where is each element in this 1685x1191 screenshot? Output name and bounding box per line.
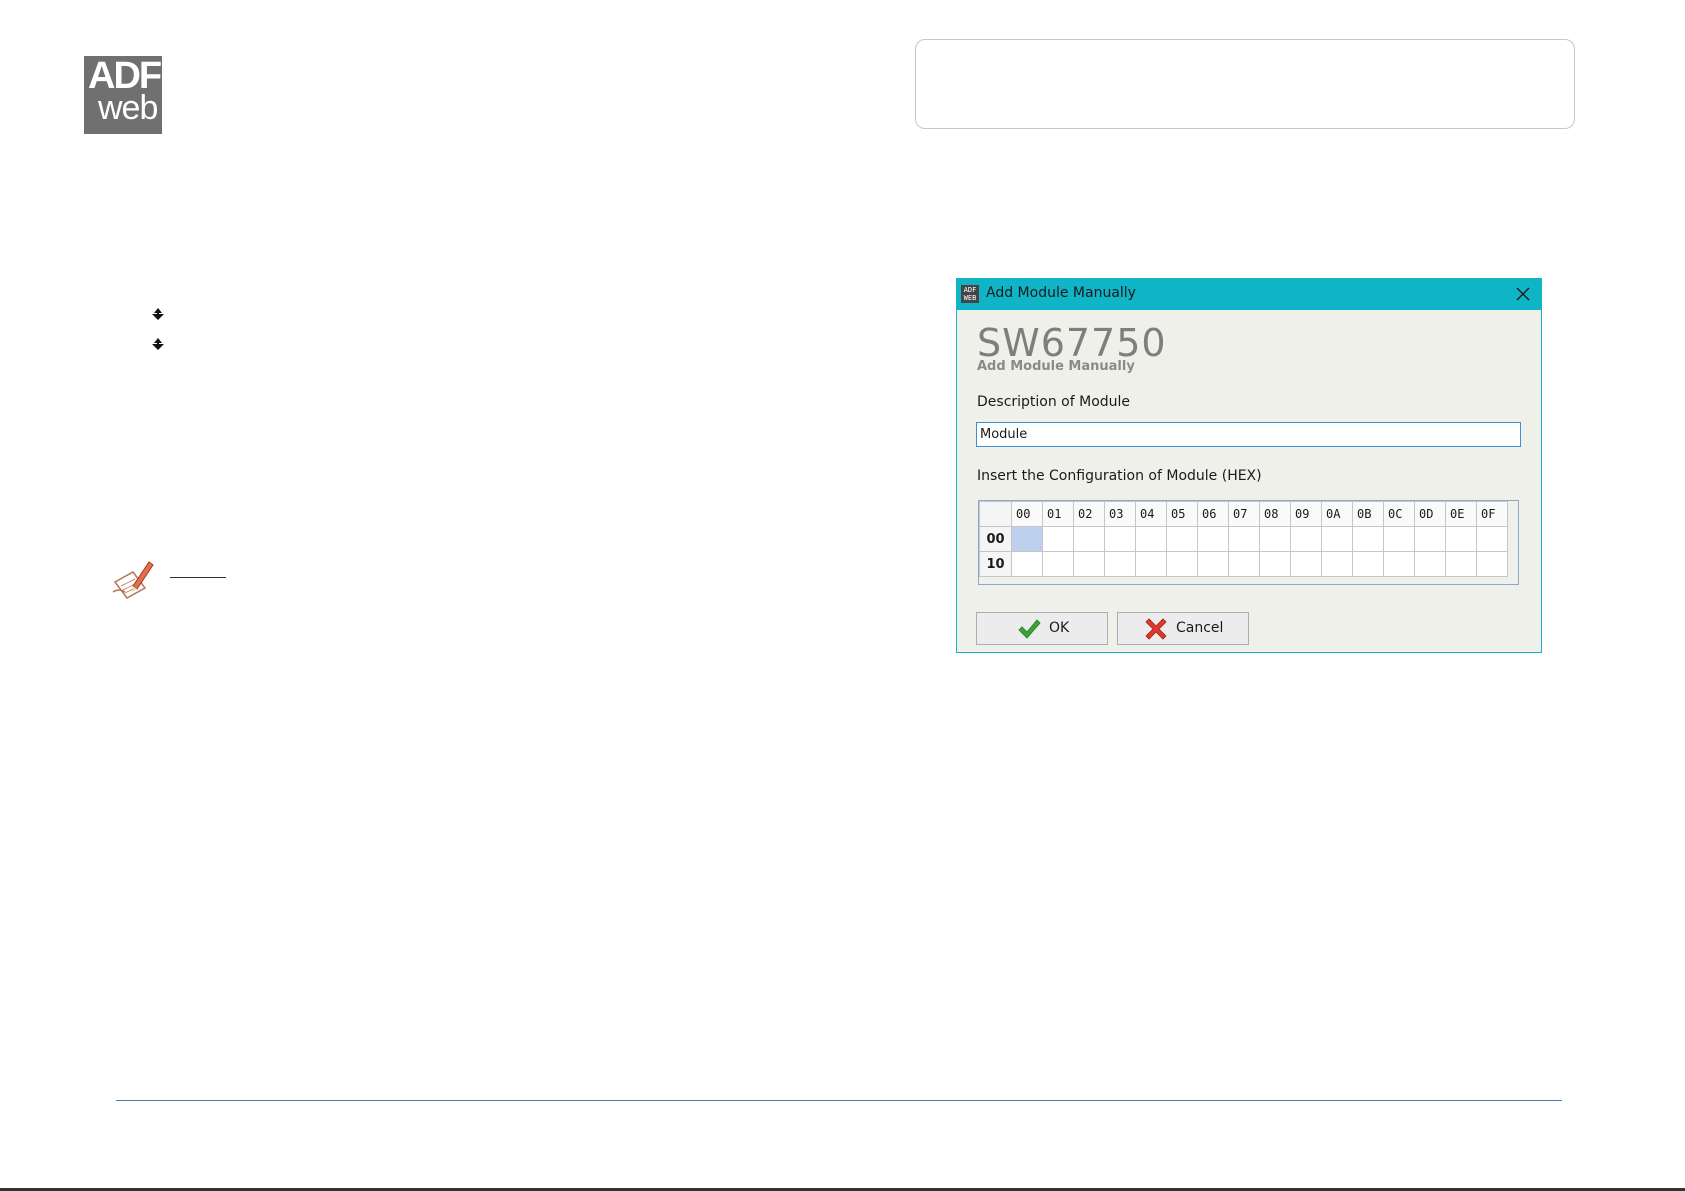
grid-column-header: 08 (1259, 501, 1291, 527)
close-icon (1516, 287, 1530, 301)
grid-cell[interactable] (1321, 526, 1353, 552)
grid-cell[interactable] (1104, 551, 1136, 577)
grid-cell[interactable] (1073, 551, 1105, 577)
grid-cell[interactable] (1476, 551, 1508, 577)
grid-cell[interactable] (1042, 551, 1074, 577)
dialog-titlebar[interactable]: ADF WEB Add Module Manually (957, 279, 1541, 310)
logo-line2: web (98, 89, 158, 127)
footer-rule (116, 1100, 1562, 1101)
grid-cell[interactable] (1445, 526, 1477, 552)
app-icon: ADF WEB (961, 285, 979, 303)
grid-cell[interactable] (1197, 526, 1229, 552)
ok-button[interactable]: OK (976, 612, 1108, 645)
grid-column-header: 0A (1321, 501, 1353, 527)
note-pencil-icon (111, 558, 155, 602)
grid-cell[interactable] (1383, 526, 1415, 552)
description-label: Description of Module (977, 394, 1131, 410)
grid-cell[interactable] (1166, 551, 1198, 577)
grid-cell[interactable] (1414, 526, 1446, 552)
grid-column-header: 0C (1383, 501, 1415, 527)
grid-column-header: 0B (1352, 501, 1384, 527)
grid-cell[interactable] (1259, 551, 1291, 577)
grid-cell[interactable] (1476, 526, 1508, 552)
grid-column-header: 02 (1073, 501, 1105, 527)
grid-row: 00 (979, 526, 1508, 552)
grid-column-header: 00 (1011, 501, 1043, 527)
grid-column-header: 07 (1228, 501, 1260, 527)
grid-column-header: 03 (1104, 501, 1136, 527)
grid-cell[interactable] (1135, 551, 1167, 577)
grid-column-header: 0F (1476, 501, 1508, 527)
grid-column-header: 05 (1166, 501, 1198, 527)
grid-row-header: 10 (979, 551, 1012, 577)
add-module-dialog: ADF WEB Add Module Manually SW67750 Add M… (956, 278, 1542, 653)
grid-cell[interactable] (1414, 551, 1446, 577)
grid-cell[interactable] (1445, 551, 1477, 577)
grid-cell[interactable] (1104, 526, 1136, 552)
dialog-subtitle: Add Module Manually (977, 359, 1135, 374)
ok-button-label: OK (1049, 620, 1070, 636)
dialog-title: Add Module Manually (986, 285, 1136, 301)
grid-column-header: 0E (1445, 501, 1477, 527)
adf-web-logo: ADF web (84, 56, 162, 134)
cancel-button[interactable]: Cancel (1117, 612, 1249, 645)
grid-cell[interactable] (1290, 551, 1322, 577)
red-x-icon (1144, 617, 1168, 641)
note-underline (170, 577, 226, 578)
grid-cell[interactable] (1166, 526, 1198, 552)
config-label: Insert the Configuration of Module (HEX) (977, 468, 1262, 484)
grid-cell[interactable] (1290, 526, 1322, 552)
cancel-button-label: Cancel (1176, 620, 1224, 636)
grid-cell[interactable] (1321, 551, 1353, 577)
grid-column-header: 01 (1042, 501, 1074, 527)
grid-cell[interactable] (1352, 551, 1384, 577)
grid-cell[interactable] (1228, 551, 1260, 577)
grid-cell[interactable] (1135, 526, 1167, 552)
grid-cell[interactable] (1073, 526, 1105, 552)
grid-row: 10 (979, 551, 1508, 577)
grid-column-header: 09 (1290, 501, 1322, 527)
grid-cell[interactable] (1352, 526, 1384, 552)
checkmark-icon (1017, 617, 1041, 641)
header-box (915, 39, 1575, 129)
grid-cell[interactable] (1259, 526, 1291, 552)
grid-cell[interactable] (1011, 526, 1043, 552)
grid-row-header: 00 (979, 526, 1012, 552)
close-button[interactable] (1513, 284, 1533, 304)
grid-cell[interactable] (1383, 551, 1415, 577)
grid-column-header: 04 (1135, 501, 1167, 527)
hex-config-grid: 00 01 02 03 04 05 06 07 08 09 0A 0B 0C 0D 0E 0F 00 10 (978, 500, 1519, 585)
grid-cell[interactable] (1011, 551, 1043, 577)
description-input[interactable]: Module (976, 422, 1521, 447)
bullet-icon (152, 308, 164, 320)
grid-corner (979, 501, 1012, 527)
grid-cell[interactable] (1228, 526, 1260, 552)
grid-cell[interactable] (1042, 526, 1074, 552)
grid-column-header: 06 (1197, 501, 1229, 527)
bullet-icon (152, 338, 164, 350)
grid-cell[interactable] (1197, 551, 1229, 577)
grid-column-header: 0D (1414, 501, 1446, 527)
